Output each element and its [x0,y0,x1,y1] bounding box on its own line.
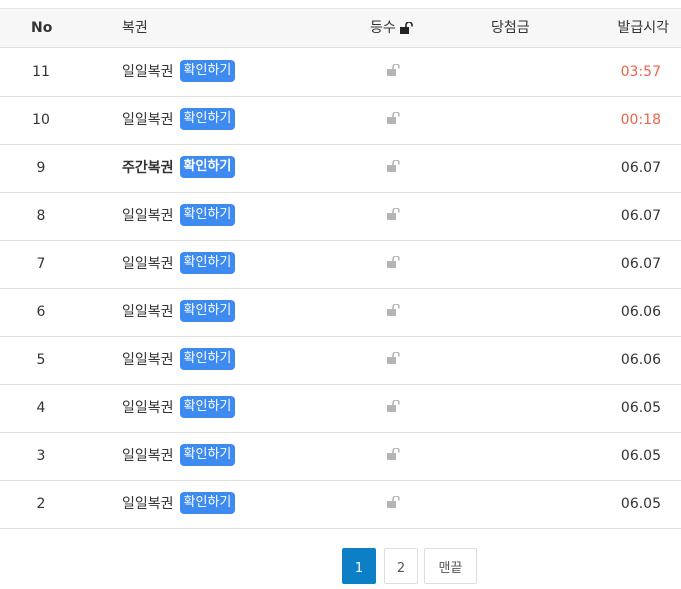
row-no: 3 [36,448,46,464]
last-page-button[interactable]: 맨끝 [424,548,477,584]
ticket-name: 일일복권 [122,304,174,320]
row-ticket: 일일복권 확인하기 [122,288,236,336]
row-no: 9 [36,160,46,176]
row-ticket: 일일복권 확인하기 [122,480,236,528]
ticket-name: 일일복권 [122,448,174,464]
row-time: 06.07 [620,160,661,176]
table-row: 3 일일복권 확인하기 06.05 [0,432,681,481]
header-prize: 당첨금 [491,20,530,36]
table-row: 9 주간복권 확인하기 06.07 [0,144,681,193]
row-no: 10 [32,112,50,128]
row-ticket: 일일복권 확인하기 [122,240,236,288]
header-rank: 등수 [370,9,414,47]
lock-open-icon [387,303,400,316]
top-border [0,0,681,9]
confirm-button[interactable]: 확인하기 [179,300,236,322]
confirm-button[interactable]: 확인하기 [179,492,236,514]
lock-open-icon [387,447,400,460]
row-ticket: 일일복권 확인하기 [122,432,236,480]
header-ticket: 복권 [122,20,148,36]
row-rank [386,432,402,480]
row-time: 06.07 [620,208,661,224]
confirm-button[interactable]: 확인하기 [179,156,236,178]
table-row: 10 일일복권 확인하기 00:18 [0,96,681,145]
row-no: 2 [36,496,46,512]
row-ticket: 일일복권 확인하기 [122,96,236,144]
row-ticket: 일일복권 확인하기 [122,336,236,384]
row-time: 06.05 [620,448,661,464]
lock-open-icon [387,399,400,412]
table-row: 8 일일복권 확인하기 06.07 [0,192,681,241]
table-row: 11 일일복권 확인하기 03:57 [0,48,681,97]
ticket-name: 일일복권 [122,496,174,512]
confirm-button[interactable]: 확인하기 [179,396,236,418]
row-rank [386,336,402,384]
row-time: 06.07 [620,256,661,272]
lock-open-icon [387,63,400,76]
row-rank [386,96,402,144]
confirm-button[interactable]: 확인하기 [179,108,236,130]
lock-open-icon [400,22,414,34]
pagination: 1 2 맨끝 [0,548,681,588]
lock-open-icon [387,495,400,508]
row-no: 11 [32,64,50,80]
row-time: 06.05 [620,496,661,512]
row-rank [386,240,402,288]
table-row: 4 일일복권 확인하기 06.05 [0,384,681,433]
header-rank-label: 등수 [370,20,396,36]
row-no: 8 [36,208,46,224]
ticket-name: 일일복권 [122,64,174,80]
row-ticket: 주간복권 확인하기 [122,144,236,192]
ticket-name: 일일복권 [122,400,174,416]
row-no: 6 [36,304,46,320]
row-rank [386,192,402,240]
ticket-name: 일일복권 [122,112,174,128]
lock-open-icon [387,159,400,172]
confirm-button[interactable]: 확인하기 [179,252,236,274]
table-row: 6 일일복권 확인하기 06.06 [0,288,681,337]
ticket-name: 일일복권 [122,352,174,368]
lock-open-icon [387,351,400,364]
page-1-button[interactable]: 1 [342,548,376,584]
row-time: 06.05 [620,400,661,416]
row-rank [386,384,402,432]
lock-open-icon [387,207,400,220]
page-2-button[interactable]: 2 [384,548,418,584]
row-no: 5 [36,352,46,368]
lock-open-icon [387,111,400,124]
ticket-name: 주간복권 [122,160,174,176]
confirm-button[interactable]: 확인하기 [179,204,236,226]
row-ticket: 일일복권 확인하기 [122,384,236,432]
row-ticket: 일일복권 확인하기 [122,192,236,240]
row-time: 06.06 [620,304,661,320]
ticket-name: 일일복권 [122,256,174,272]
row-rank [386,288,402,336]
confirm-button[interactable]: 확인하기 [179,60,236,82]
row-rank [386,48,402,96]
header-no: No [31,20,53,36]
lock-open-icon [387,255,400,268]
confirm-button[interactable]: 확인하기 [179,444,236,466]
table-row: 2 일일복권 확인하기 06.05 [0,480,681,529]
row-rank [386,480,402,528]
table-row: 7 일일복권 확인하기 06.07 [0,240,681,289]
row-no: 7 [36,256,46,272]
table-header: No 복권 등수 당첨금 발급시각 [0,9,681,48]
confirm-button[interactable]: 확인하기 [179,348,236,370]
ticket-name: 일일복권 [122,208,174,224]
row-time: 03:57 [620,64,661,80]
row-time: 00:18 [620,112,661,128]
row-rank [386,144,402,192]
row-time: 06.06 [620,352,661,368]
row-ticket: 일일복권 확인하기 [122,48,236,96]
row-no: 4 [36,400,46,416]
table-row: 5 일일복권 확인하기 06.06 [0,336,681,385]
header-time: 발급시각 [617,20,669,36]
